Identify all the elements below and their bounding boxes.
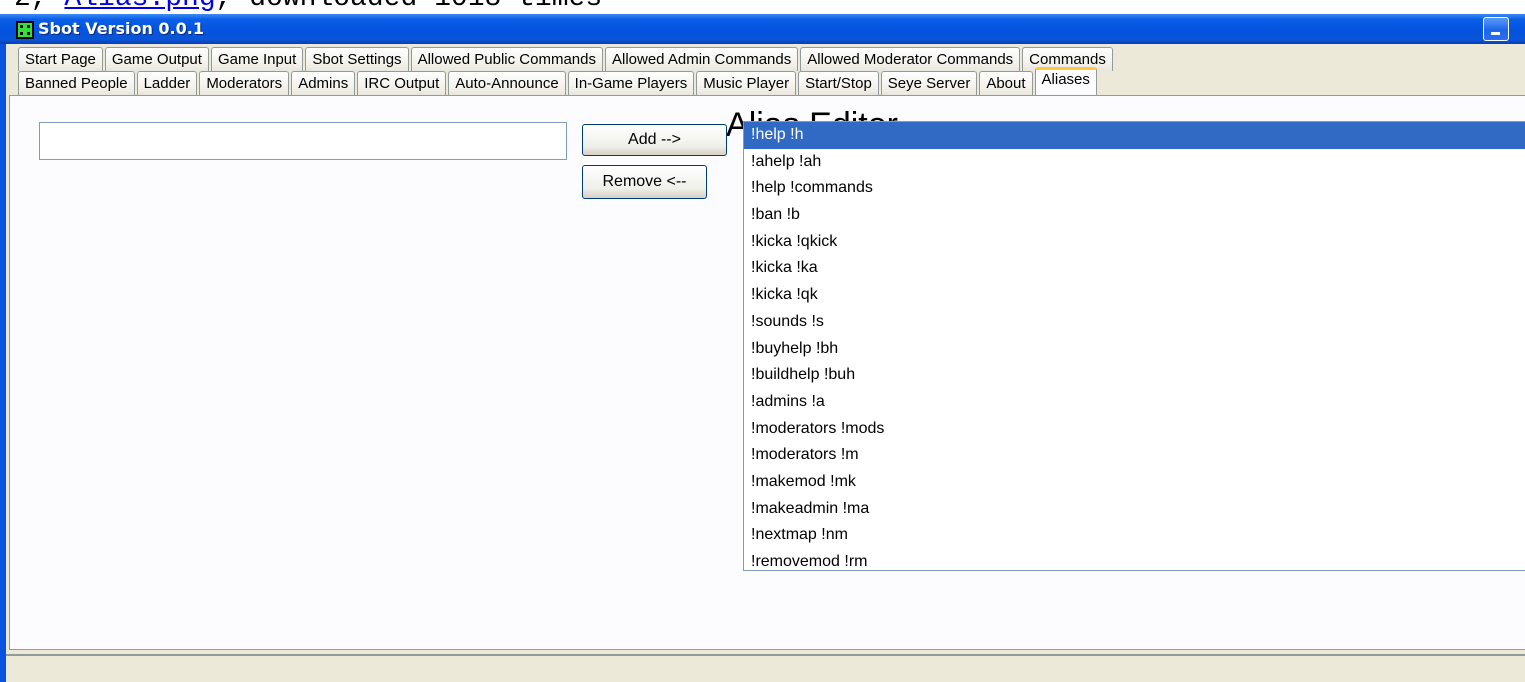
list-item[interactable]: !buildhelp !buh — [744, 362, 1525, 389]
tab-banned-people[interactable]: Banned People — [18, 71, 135, 95]
tab-start-page[interactable]: Start Page — [18, 47, 103, 71]
alias-editor-page: Alias Editor Add --> Remove <-- !help !h… — [9, 95, 1525, 650]
tab-game-input[interactable]: Game Input — [210, 47, 304, 71]
list-item[interactable]: !kicka !qkick — [744, 229, 1525, 256]
client-area: Start Page Game Output Game Input Sbot Sett… — [6, 44, 1525, 682]
tab-row-bottom: Banned People Ladder Moderators Admins IRC O… — [18, 67, 1099, 95]
list-item[interactable]: !kicka !ka — [744, 255, 1525, 282]
list-item[interactable]: !moderators !mods — [744, 416, 1525, 443]
tab-allowed-public-commands[interactable]: Allowed Public Commands — [410, 47, 603, 71]
tab-start-stop[interactable]: Start/Stop — [798, 71, 879, 95]
list-item[interactable]: !makemod !mk — [744, 469, 1525, 496]
tab-sbot-settings[interactable]: Sbot Settings — [305, 47, 409, 71]
tab-about[interactable]: About — [979, 71, 1033, 95]
header-prefix: 2, — [14, 0, 64, 14]
list-item[interactable]: !ban !b — [744, 202, 1525, 229]
tab-aliases[interactable]: Aliases — [1034, 67, 1097, 95]
header-suffix: , downloaded 1018 times — [216, 0, 602, 14]
list-item[interactable]: !help !commands — [744, 175, 1525, 202]
tab-seye-server[interactable]: Seye Server — [880, 71, 978, 95]
tab-admins[interactable]: Admins — [291, 71, 356, 95]
page-header-line: 2, Alias.png, downloaded 1018 times — [0, 0, 1525, 14]
tab-moderators[interactable]: Moderators — [199, 71, 290, 95]
tab-control: Start Page Game Output Game Input Sbot Sett… — [6, 44, 1525, 654]
tab-row-top: Start Page Game Output Game Input Sbot Sett… — [18, 47, 1115, 71]
title-bar[interactable]: Sbot Version 0.0.1 — [0, 14, 1525, 44]
tab-allowed-moderator-commands[interactable]: Allowed Moderator Commands — [800, 47, 1021, 71]
list-item[interactable]: !help !h — [744, 122, 1525, 149]
tab-music-player[interactable]: Music Player — [696, 71, 797, 95]
list-item[interactable]: !nextmap !nm — [744, 522, 1525, 549]
tab-in-game-players[interactable]: In-Game Players — [567, 71, 695, 95]
list-item[interactable]: !admins !a — [744, 389, 1525, 416]
list-item[interactable]: !ahelp !ah — [744, 149, 1525, 176]
list-item[interactable]: !kicka !qk — [744, 282, 1525, 309]
tab-auto-announce[interactable]: Auto-Announce — [448, 71, 566, 95]
list-item[interactable]: !sounds !s — [744, 309, 1525, 336]
tab-game-output[interactable]: Game Output — [104, 47, 209, 71]
list-item[interactable]: !buyhelp !bh — [744, 336, 1525, 363]
sbot-app-icon — [16, 21, 34, 39]
window-title: Sbot Version 0.0.1 — [38, 19, 204, 38]
remove-button[interactable]: Remove <-- — [582, 165, 707, 199]
attachment-link[interactable]: Alias.png — [64, 0, 215, 14]
alias-list[interactable]: !help !h !ahelp !ah !help !commands !ban !b… — [743, 121, 1525, 571]
tab-allowed-admin-commands[interactable]: Allowed Admin Commands — [604, 47, 799, 71]
tab-irc-output[interactable]: IRC Output — [357, 71, 447, 95]
list-item[interactable]: !removemod !rm — [744, 549, 1525, 570]
alias-input[interactable] — [39, 122, 567, 160]
add-button[interactable]: Add --> — [582, 124, 727, 156]
list-item[interactable]: !makeadmin !ma — [744, 496, 1525, 523]
app-window: Sbot Version 0.0.1 Start Page Game Output… — [0, 14, 1525, 682]
window-bottom-edge — [6, 654, 1525, 656]
minimize-button[interactable] — [1483, 17, 1509, 41]
tab-ladder[interactable]: Ladder — [136, 71, 198, 95]
list-item[interactable]: !moderators !m — [744, 442, 1525, 469]
